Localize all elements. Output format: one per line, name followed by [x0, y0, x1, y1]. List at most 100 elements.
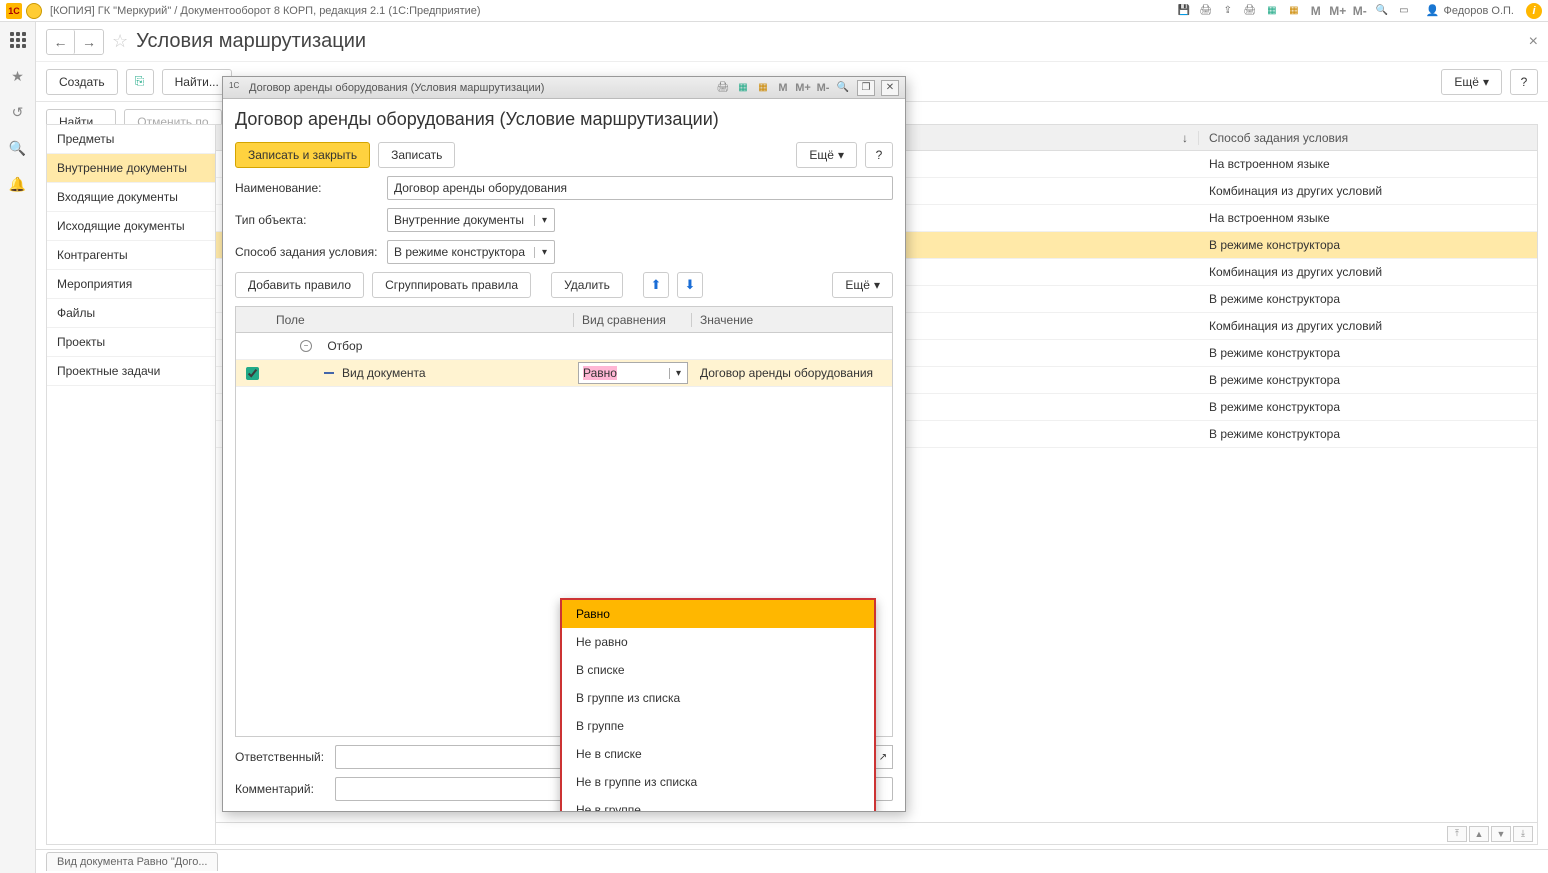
favorites-icon[interactable]: ★ [8, 66, 28, 86]
sidebar-item[interactable]: Предметы [47, 125, 215, 154]
sidebar-item[interactable]: Проектные задачи [47, 357, 215, 386]
collapse-icon[interactable]: − [300, 340, 312, 352]
rules-col-field[interactable]: Поле [268, 313, 574, 327]
name-input[interactable]: Договор аренды оборудования [387, 176, 893, 200]
rules-col-value[interactable]: Значение [692, 313, 892, 327]
save-button[interactable]: Записать [378, 142, 455, 168]
chevron-down-icon: ▾ [534, 215, 554, 226]
dialog-body: Договор аренды оборудования (Условие мар… [223, 99, 905, 811]
scroll-down-button[interactable]: ▼ [1491, 826, 1511, 842]
move-up-button[interactable]: ⬆ [643, 272, 669, 298]
dropdown-item[interactable]: Не равно [562, 628, 874, 656]
sidebar-item[interactable]: Входящие документы [47, 183, 215, 212]
responsible-label: Ответственный: [235, 750, 327, 764]
notifications-icon[interactable]: 🔔 [8, 174, 28, 194]
help-button[interactable]: ? [1510, 69, 1538, 95]
dialog-logo-icon: 1C [229, 81, 243, 95]
info-icon[interactable]: i [1526, 3, 1542, 19]
dialog-print-icon[interactable]: 🖨 [715, 80, 731, 96]
rules-more-button[interactable]: Ещё ▾ [832, 272, 893, 298]
sidebar-item[interactable]: Файлы [47, 299, 215, 328]
dropdown-item[interactable]: В группе из списка [562, 684, 874, 712]
rules-root-row[interactable]: − Отбор [236, 333, 892, 360]
responsible-open-button[interactable]: ↗ [873, 745, 893, 769]
scroll-bottom-button[interactable]: ⤓ [1513, 826, 1533, 842]
user-indicator[interactable]: 👤 Федоров О.П. [1426, 4, 1514, 17]
nav-forward-button[interactable]: → [75, 30, 103, 54]
favorite-toggle-icon[interactable]: ☆ [112, 31, 128, 52]
scroll-top-button[interactable]: ⤒ [1447, 826, 1467, 842]
history-icon[interactable]: ↺ [8, 102, 28, 122]
move-down-button[interactable]: ⬇ [677, 272, 703, 298]
dialog-m-button[interactable]: M [775, 80, 791, 96]
copy-button[interactable]: ⎘ [126, 69, 154, 95]
chevron-down-icon: ▾ [838, 148, 844, 162]
dropdown-item[interactable]: Равно [562, 600, 874, 628]
export-icon[interactable]: ⇪ [1220, 3, 1236, 19]
memory-m-button[interactable]: M [1308, 3, 1324, 19]
dropdown-item[interactable]: Не в группе из списка [562, 768, 874, 796]
nav-back-button[interactable]: ← [47, 30, 75, 54]
create-button[interactable]: Создать [46, 69, 118, 95]
group-rules-button[interactable]: Сгруппировать правила [372, 272, 531, 298]
status-bar: Вид документа Равно "Дого... [36, 849, 1548, 873]
chevron-down-icon: ▾ [1483, 75, 1489, 89]
rule-enabled-checkbox[interactable] [246, 367, 259, 380]
scroll-up-button[interactable]: ▲ [1469, 826, 1489, 842]
delete-rule-button[interactable]: Удалить [551, 272, 623, 298]
zoom-icon[interactable]: 🔍 [1374, 3, 1390, 19]
dialog-close-button[interactable]: ✕ [881, 80, 899, 96]
chevron-down-icon: ▾ [874, 278, 880, 292]
dropdown-item[interactable]: Не в группе [562, 796, 874, 811]
table-col-mode[interactable]: Способ задания условия [1199, 131, 1537, 145]
print-icon[interactable]: 🖨 [1198, 3, 1214, 19]
dialog-zoom-icon[interactable]: 🔍 [835, 80, 851, 96]
rules-table: Поле Вид сравнения Значение − Отбор Вид … [235, 306, 893, 737]
dialog-mplus-button[interactable]: M+ [795, 80, 811, 96]
mode-select[interactable]: В режиме конструктора ▾ [387, 240, 555, 264]
dialog-heading: Договор аренды оборудования (Условие мар… [235, 109, 893, 130]
rules-col-compare[interactable]: Вид сравнения [574, 313, 692, 327]
dialog-help-button[interactable]: ? [865, 142, 893, 168]
dialog-mminus-button[interactable]: M- [815, 80, 831, 96]
sidebar-item[interactable]: Исходящие документы [47, 212, 215, 241]
dropdown-item[interactable]: В группе [562, 712, 874, 740]
rule-row[interactable]: Вид документа Равно ▾ Договор аренды обо… [236, 360, 892, 387]
memory-mminus-button[interactable]: M- [1352, 3, 1368, 19]
add-rule-button[interactable]: Добавить правило [235, 272, 364, 298]
dropdown-item[interactable]: Не в списке [562, 740, 874, 768]
more-button[interactable]: Ещё ▾ [1441, 69, 1502, 95]
dialog-cal2-icon[interactable]: ▦ [755, 80, 771, 96]
name-label: Наименование: [235, 181, 379, 195]
sidebar-item[interactable]: Мероприятия [47, 270, 215, 299]
search-icon[interactable]: 🔍 [8, 138, 28, 158]
mode-label: Способ задания условия: [235, 245, 379, 259]
compare-select[interactable]: Равно ▾ [578, 362, 688, 384]
dialog-cal1-icon[interactable]: ▦ [735, 80, 751, 96]
dropdown-item[interactable]: В списке [562, 656, 874, 684]
rule-field-label: Вид документа [342, 366, 426, 380]
sidebar-item[interactable]: Проекты [47, 328, 215, 357]
panels-icon[interactable]: ▭ [1396, 3, 1412, 19]
main-header: ← → ☆ Условия маршрутизации × [36, 22, 1548, 62]
memory-mplus-button[interactable]: M+ [1330, 3, 1346, 19]
type-select[interactable]: Внутренние документы ▾ [387, 208, 555, 232]
calendar-icon[interactable]: ▦ [1264, 3, 1280, 19]
save-icon[interactable]: 💾 [1176, 3, 1192, 19]
calendar2-icon[interactable]: ▦ [1286, 3, 1302, 19]
sort-arrow-icon: ↓ [1182, 131, 1188, 145]
app-menu-button[interactable] [26, 3, 42, 19]
save-and-close-button[interactable]: Записать и закрыть [235, 142, 370, 168]
apps-grid-icon[interactable] [8, 30, 28, 50]
nav-history-group: ← → [46, 29, 104, 55]
filter-root-label: Отбор [327, 339, 362, 353]
close-page-button[interactable]: × [1529, 33, 1538, 51]
print2-icon[interactable]: 🖨 [1242, 3, 1258, 19]
rule-value-cell[interactable]: Договор аренды оборудования [692, 366, 892, 380]
sidebar-item[interactable]: Контрагенты [47, 241, 215, 270]
dialog-restore-button[interactable]: ❐ [857, 80, 875, 96]
type-row: Тип объекта: Внутренние документы ▾ [235, 208, 893, 232]
dialog-more-button[interactable]: Ещё ▾ [796, 142, 857, 168]
sidebar-item[interactable]: Внутренние документы [47, 154, 215, 183]
status-tab[interactable]: Вид документа Равно "Дого... [46, 852, 218, 871]
